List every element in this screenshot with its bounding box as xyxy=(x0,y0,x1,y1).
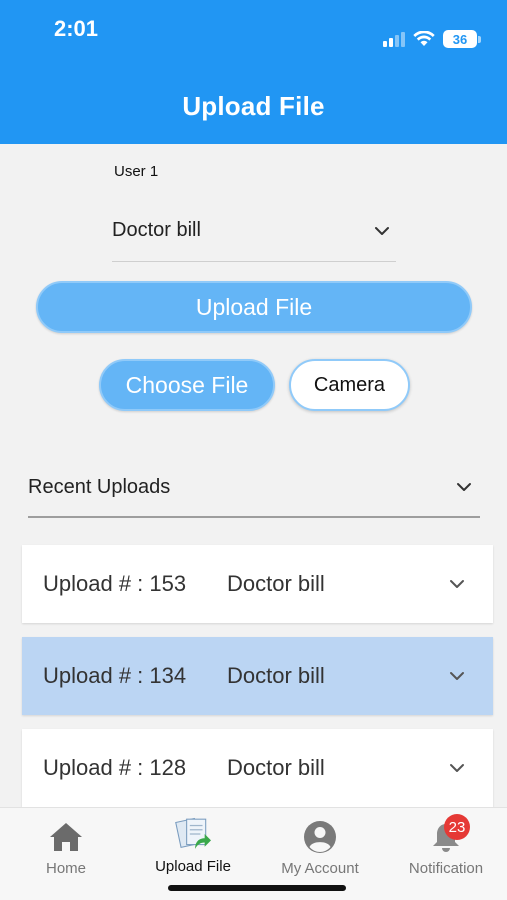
status-time: 2:01 xyxy=(54,16,99,41)
upload-number: Upload # : 134 xyxy=(43,663,187,688)
upload-type: Doctor bill xyxy=(227,663,325,688)
app-bar: 2:01 36 Upload File xyxy=(0,0,507,144)
user-label: User 1 xyxy=(114,163,159,180)
status-icons: 36 xyxy=(383,30,481,48)
upload-item-text: Upload # : 134 Doctor bill xyxy=(43,663,325,689)
home-icon xyxy=(50,823,82,851)
nav-label-account: My Account xyxy=(281,860,359,877)
nav-item-home[interactable]: Home xyxy=(3,820,129,877)
page-title: Upload File xyxy=(182,91,325,121)
upload-item-selected[interactable]: Upload # : 134 Doctor bill xyxy=(22,637,493,715)
notification-badge: 23 xyxy=(444,814,470,840)
nav-item-account[interactable]: My Account xyxy=(257,820,383,877)
upload-number: Upload # : 128 xyxy=(43,755,187,780)
nav-label-home: Home xyxy=(45,860,86,877)
upload-documents-icon xyxy=(175,817,211,849)
document-type-select[interactable]: Doctor bill xyxy=(112,200,396,262)
recent-uploads-label: Recent Uploads xyxy=(28,475,171,498)
chevron-down-icon[interactable] xyxy=(449,760,465,776)
camera-button[interactable]: Camera xyxy=(289,359,410,411)
upload-type: Doctor bill xyxy=(227,571,325,596)
upload-type: Doctor bill xyxy=(227,755,325,780)
nav-item-upload[interactable]: Upload File xyxy=(130,817,256,875)
chevron-down-icon[interactable] xyxy=(449,576,465,592)
upload-item-text: Upload # : 128 Doctor bill xyxy=(43,755,325,781)
chevron-down-icon[interactable] xyxy=(449,668,465,684)
upload-number: Upload # : 153 xyxy=(43,571,187,596)
nav-item-notification[interactable]: 23 Notification xyxy=(383,814,507,877)
upload-item[interactable]: Upload # : 128 Doctor bill xyxy=(22,729,493,807)
nav-label-notification: Notification xyxy=(408,860,484,877)
signal-icon xyxy=(383,31,405,47)
battery-level: 36 xyxy=(443,30,477,48)
chevron-down-icon xyxy=(457,483,471,491)
nav-label-upload: Upload File xyxy=(155,858,231,875)
bell-icon-wrap: 23 xyxy=(428,814,470,854)
upload-item[interactable]: Upload # : 153 Doctor bill xyxy=(22,545,493,623)
account-icon xyxy=(304,821,336,853)
wifi-icon xyxy=(413,31,435,46)
battery-icon: 36 xyxy=(443,30,481,48)
home-indicator xyxy=(168,885,346,891)
chevron-down-icon xyxy=(375,226,389,235)
document-type-value: Doctor bill xyxy=(112,219,201,241)
choose-file-button[interactable]: Choose File xyxy=(99,359,275,411)
recent-uploads-dropdown[interactable]: Recent Uploads xyxy=(28,458,480,518)
upload-item-text: Upload # : 153 Doctor bill xyxy=(43,571,325,597)
upload-file-button[interactable]: Upload File xyxy=(36,281,472,333)
